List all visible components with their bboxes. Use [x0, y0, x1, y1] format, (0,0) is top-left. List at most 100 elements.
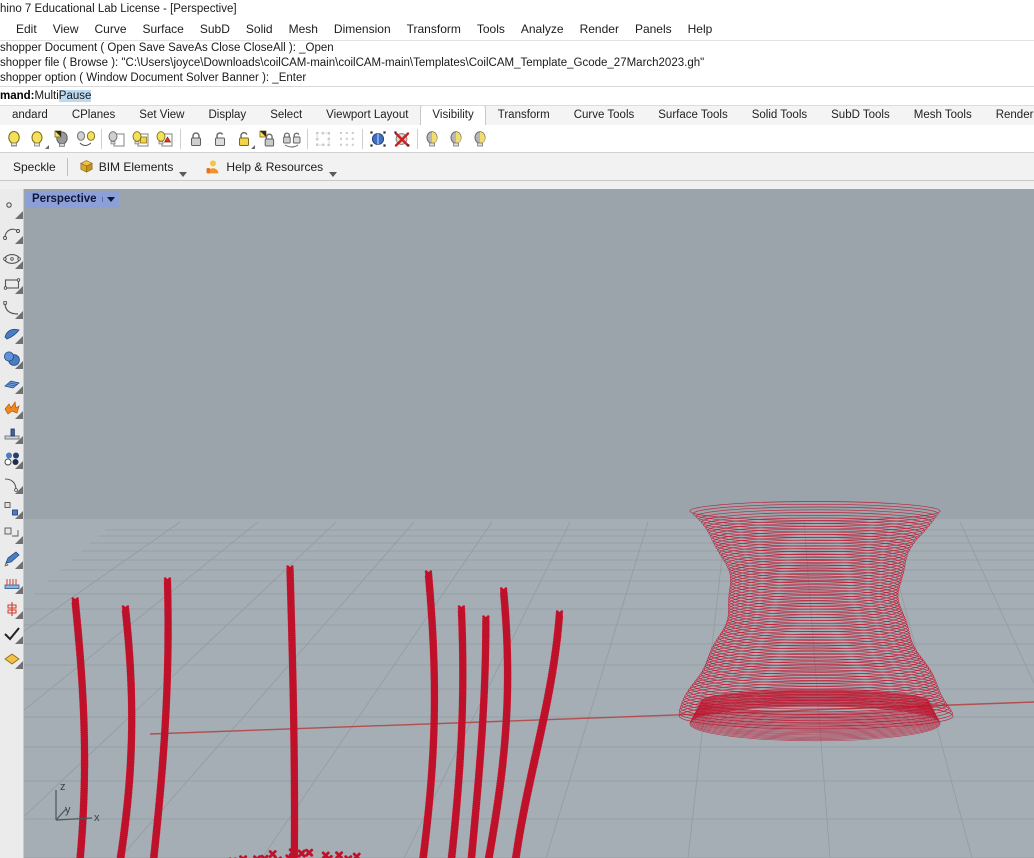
viewport-menu-button[interactable] [101, 196, 115, 202]
bim-elements-menu[interactable]: BIM Elements [70, 155, 197, 179]
toolbar-separator [362, 128, 363, 149]
hide-in-layer-icon[interactable] [153, 127, 177, 151]
ellipse-tool[interactable] [1, 247, 23, 270]
menu-solid[interactable]: Solid [238, 18, 281, 40]
speckle-label: Speckle [13, 159, 56, 174]
unlock-selected-icon[interactable] [232, 127, 256, 151]
block-tool[interactable] [1, 522, 23, 545]
show-selected-icon[interactable] [74, 127, 98, 151]
lock-toggle-icon[interactable] [280, 127, 304, 151]
boolean-tool[interactable] [1, 397, 23, 420]
flyout-arrow-icon [14, 461, 23, 469]
show-all-icon[interactable] [469, 127, 493, 151]
lock-swap-icon[interactable] [256, 127, 280, 151]
speckle-menu[interactable]: Speckle [4, 155, 65, 179]
chevron-down-icon [106, 196, 115, 202]
tab-transform[interactable]: Transform [486, 106, 562, 125]
menu-edit[interactable]: Edit [8, 18, 45, 40]
tab-set-view[interactable]: Set View [127, 106, 196, 125]
point-tool[interactable] [1, 197, 23, 220]
flyout-arrow-icon [14, 511, 23, 519]
viewport-label[interactable]: Perspective [26, 191, 119, 208]
command-history-line: shopper file ( Browse ): "C:\Users\joyce… [0, 57, 705, 69]
plugin-toolbar: Speckle BIM Elements Help & Resources [0, 153, 1034, 181]
flyout-arrow-icon [14, 211, 23, 219]
tab-select[interactable]: Select [258, 106, 314, 125]
flyout-arrow-icon [14, 286, 23, 294]
menu-analyze[interactable]: Analyze [513, 18, 572, 40]
tab-subd-tools[interactable]: SubD Tools [819, 106, 902, 125]
hide-control-points-icon[interactable] [335, 127, 359, 151]
menu-tools[interactable]: Tools [469, 18, 513, 40]
menu-surface[interactable]: Surface [135, 18, 192, 40]
hide-edges-icon[interactable] [445, 127, 469, 151]
flyout-arrow-icon [14, 486, 23, 494]
analyze-tool[interactable] [1, 597, 23, 620]
viewport-name: Perspective [32, 193, 97, 205]
command-prompt[interactable]: mand:MultiPause [0, 86, 1034, 105]
annotate-tool[interactable] [1, 547, 23, 570]
menu-mesh[interactable]: Mesh [281, 18, 326, 40]
offset-tool[interactable] [1, 497, 23, 520]
layer-tool[interactable] [1, 647, 23, 670]
show-objects-icon[interactable] [2, 127, 26, 151]
command-input-typed[interactable]: Multi [35, 90, 59, 102]
tab-viewport-layout[interactable]: Viewport Layout [314, 106, 420, 125]
tab-standard[interactable]: andard [0, 106, 60, 125]
menu-subd[interactable]: SubD [192, 18, 238, 40]
toolbar-tab-strip: andard CPlanes Set View Display Select V… [0, 105, 1034, 125]
fillet-tool[interactable] [1, 472, 23, 495]
dimension-tool[interactable] [1, 572, 23, 595]
svg-text:x: x [94, 812, 100, 824]
flyout-arrow-icon [14, 361, 23, 369]
unlock-objects-icon[interactable] [208, 127, 232, 151]
show-in-layer-icon[interactable] [129, 127, 153, 151]
menu-render[interactable]: Render [572, 18, 627, 40]
menu-help[interactable]: Help [680, 18, 721, 40]
mesh-tool[interactable] [1, 372, 23, 395]
flyout-arrow-icon [14, 336, 23, 344]
help-resources-menu[interactable]: Help & Resources [196, 155, 346, 179]
dot-tool[interactable] [1, 447, 23, 470]
flyout-arrow-icon [14, 261, 23, 269]
points-off-icon[interactable] [390, 127, 414, 151]
lock-objects-icon[interactable] [184, 127, 208, 151]
tab-curve-tools[interactable]: Curve Tools [562, 106, 647, 125]
sphere-tool[interactable] [1, 347, 23, 370]
flyout-arrow-icon [14, 561, 23, 569]
curve-tool[interactable] [1, 297, 23, 320]
tab-visibility[interactable]: Visibility [420, 106, 486, 125]
show-edges-icon[interactable] [421, 127, 445, 151]
tab-cplanes[interactable]: CPlanes [60, 106, 127, 125]
tab-display[interactable]: Display [196, 106, 258, 125]
menu-view[interactable]: View [45, 18, 87, 40]
flyout-arrow-icon [14, 586, 23, 594]
menu-transform[interactable]: Transform [399, 18, 469, 40]
rhino-main-window: hino 7 Educational Lab License - [Perspe… [0, 0, 1034, 858]
menu-curve[interactable]: Curve [86, 18, 134, 40]
tab-mesh-tools[interactable]: Mesh Tools [902, 106, 984, 125]
extrude-tool[interactable] [1, 422, 23, 445]
help-person-icon [205, 159, 221, 175]
tab-render-tools[interactable]: Render Tools [984, 106, 1034, 125]
check-tool[interactable] [1, 622, 23, 645]
tab-surface-tools[interactable]: Surface Tools [646, 106, 739, 125]
toolbar-separator [101, 128, 102, 149]
arc-tool[interactable] [1, 222, 23, 245]
command-input-autocomplete: Pause [58, 90, 92, 102]
show-control-points-icon[interactable] [311, 127, 335, 151]
plugin-separator [66, 157, 68, 176]
menu-panels[interactable]: Panels [627, 18, 680, 40]
rectangle-tool[interactable] [1, 272, 23, 295]
hide-objects-icon[interactable] [26, 127, 50, 151]
command-history[interactable]: shopper Document ( Open Save SaveAs Clos… [0, 40, 1034, 86]
bim-elements-label: BIM Elements [98, 159, 174, 174]
tab-solid-tools[interactable]: Solid Tools [740, 106, 819, 125]
isolate-icon[interactable] [105, 127, 129, 151]
surface-sweep-tool[interactable] [1, 322, 23, 345]
show-points-on-icon[interactable] [366, 127, 390, 151]
perspective-viewport[interactable]: Perspective z y x [0, 189, 1034, 858]
menu-dimension[interactable]: Dimension [326, 18, 399, 40]
hide-swap-icon[interactable] [50, 127, 74, 151]
toolbar-separator [180, 128, 181, 149]
